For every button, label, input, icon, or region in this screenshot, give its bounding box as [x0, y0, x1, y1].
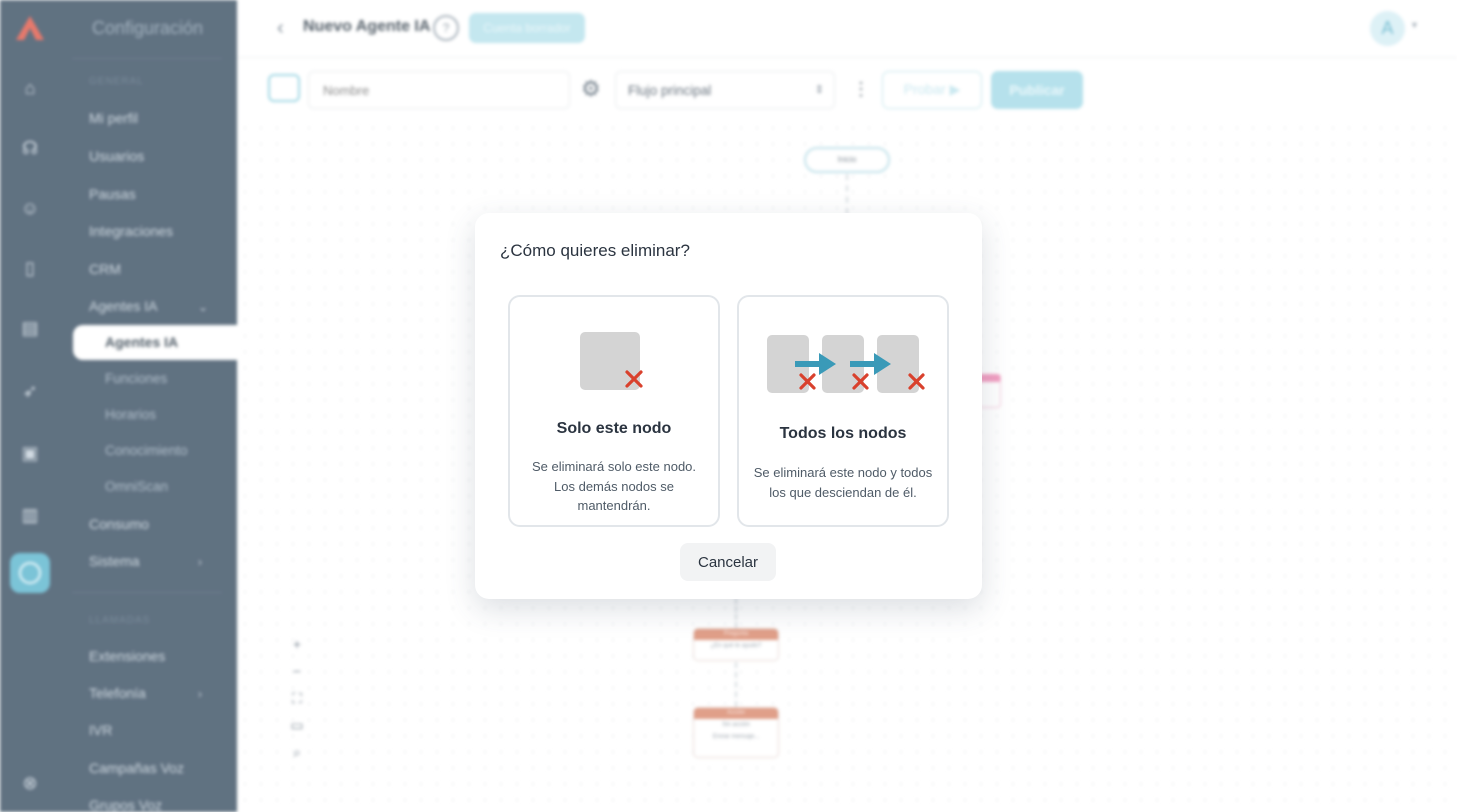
delete-all-option[interactable]: Todos los nodos Se eliminará este nodo y…	[737, 295, 949, 527]
modal-title: ¿Cómo quieres eliminar?	[500, 241, 690, 260]
option-description: Se eliminará este nodo y todos los que d…	[753, 465, 933, 500]
option-description: Se eliminará solo este nodo. Los demás n…	[531, 459, 697, 513]
single-node-illustration	[580, 332, 643, 390]
delete-single-option[interactable]: Solo este nodo Se eliminará solo este no…	[508, 295, 720, 527]
all-nodes-illustration	[767, 335, 925, 393]
delete-modal: ¿Cómo quieres eliminar? Solo este nodo S…	[475, 213, 982, 599]
option-title: Solo este nodo	[556, 420, 672, 437]
option-title: Todos los nodos	[779, 425, 907, 442]
cancel-button[interactable]: Cancelar	[680, 543, 776, 581]
